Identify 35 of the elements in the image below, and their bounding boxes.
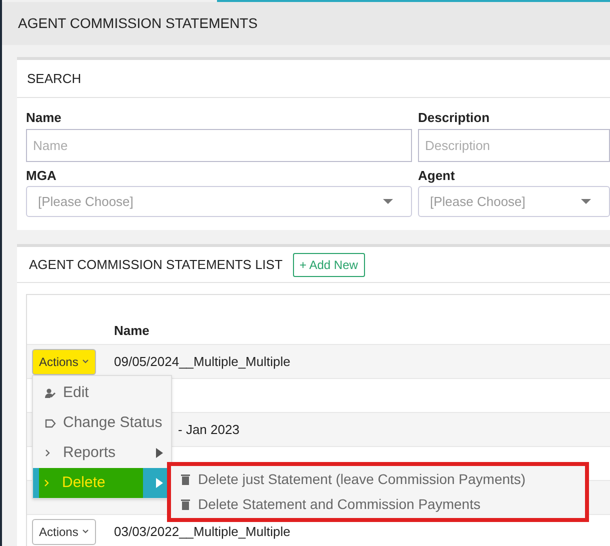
user-icon [45, 388, 56, 398]
column-header: Name [114, 322, 150, 340]
table-cell-text: - Jan 2023 [178, 420, 240, 439]
add-new-button[interactable]: + Add New [292, 252, 365, 276]
caret-icon [581, 199, 591, 204]
text-field[interactable]: Description [418, 128, 610, 162]
panel-title: AGENT COMMISSION STATEMENTS LIST [29, 256, 283, 274]
trash-icon [181, 499, 190, 510]
submenu-arrow-icon [156, 448, 163, 458]
chevron-down-icon [82, 529, 90, 534]
submenu-arrow-icon [156, 478, 163, 488]
chevron-down-icon [82, 359, 90, 364]
tag-icon [45, 418, 56, 428]
field-label: Agent [418, 166, 456, 185]
field-label: Name [26, 109, 62, 127]
actions-button[interactable]: Actions [32, 518, 96, 544]
panel-title: SEARCH [27, 70, 82, 88]
select-field[interactable]: [Please Choose] [26, 186, 412, 217]
chevron-right-icon [44, 479, 49, 487]
page-title: AGENT COMMISSION STATEMENTS [18, 14, 258, 33]
submenu-item[interactable]: Delete Statement and Commission Payments [181, 494, 575, 515]
menu-item[interactable]: Change Status [33, 408, 171, 438]
field-label: MGA [26, 166, 58, 184]
submenu-item[interactable]: Delete just Statement (leave Commission Payments) [181, 469, 575, 490]
select-field[interactable]: [Please Choose] [418, 186, 610, 217]
actions-button[interactable]: Actions [32, 348, 96, 374]
menu-item[interactable]: Edit [33, 378, 171, 408]
menu-item[interactable]: Reports [33, 438, 171, 468]
chevron-right-icon [45, 449, 50, 457]
field-label: Description [418, 109, 491, 127]
trash-icon [181, 474, 190, 485]
table-cell-text: 09/05/2024__Multiple_Multiple [114, 352, 290, 371]
table-cell-text: 03/03/2022__Multiple_Multiple [114, 522, 290, 541]
caret-icon [383, 199, 393, 204]
text-field[interactable]: Name [26, 128, 412, 162]
